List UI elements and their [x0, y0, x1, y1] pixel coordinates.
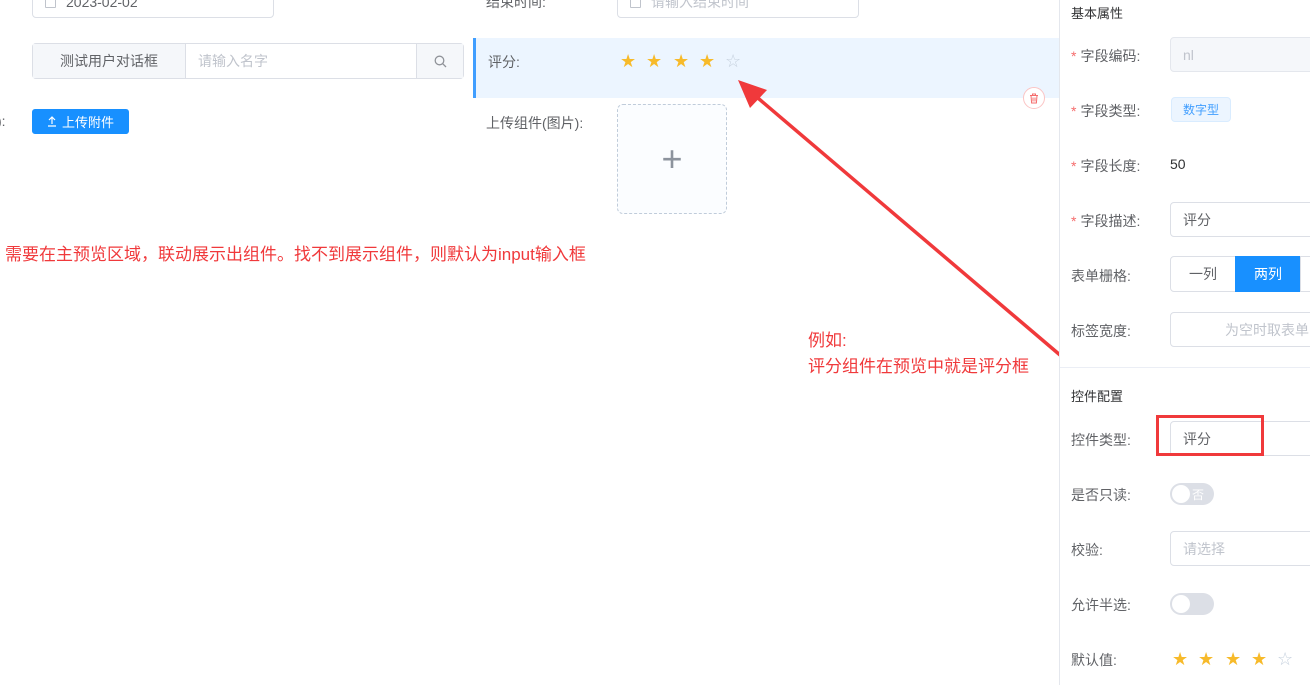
readonly-switch[interactable]: 否 [1170, 483, 1214, 505]
readonly-switch-text: 否 [1192, 488, 1205, 502]
label-width-label: 标签宽度: [1071, 323, 1131, 339]
star-icon[interactable]: ★ [1251, 650, 1267, 668]
half-select-label: 允许半选: [1071, 597, 1131, 613]
star-icon[interactable]: ★ [1172, 650, 1188, 668]
grid-label: 表单栅格: [1071, 268, 1131, 284]
field-type-label: * 字段类型: [1071, 103, 1141, 119]
validate-select[interactable]: 请选择 [1170, 531, 1310, 566]
basic-attributes-title: 基本属性 [1071, 6, 1124, 21]
control-config-title: 控件配置 [1071, 389, 1124, 404]
field-length-value: 50 [1170, 156, 1186, 172]
field-type-tag: 数字型 [1171, 97, 1231, 122]
star-icon[interactable]: ★ [1198, 650, 1214, 668]
field-length-label: * 字段长度: [1071, 158, 1141, 174]
grid-two-column-button[interactable]: 两列 [1235, 256, 1301, 292]
readonly-label: 是否只读: [1071, 487, 1131, 503]
switch-knob [1172, 485, 1190, 503]
label-width-input[interactable]: 为空时取表单 [1170, 312, 1310, 347]
default-rate-stars[interactable]: ★ ★ ★ ★ ☆ [1172, 650, 1302, 670]
star-icon[interactable]: ☆ [1277, 650, 1293, 668]
field-code-input: nl [1170, 37, 1310, 72]
field-desc-input[interactable]: 评分 [1170, 202, 1310, 237]
field-desc-label: * 字段描述: [1071, 213, 1141, 229]
grid-one-column-button[interactable]: 一列 [1170, 256, 1236, 292]
control-type-label: 控件类型: [1071, 432, 1131, 448]
switch-knob [1172, 595, 1190, 613]
half-select-switch[interactable] [1170, 593, 1214, 615]
section-divider [1060, 367, 1310, 368]
default-value-label: 默认值: [1071, 652, 1117, 668]
star-icon[interactable]: ★ [1225, 650, 1241, 668]
validate-label: 校验: [1071, 542, 1103, 558]
highlight-box [1156, 415, 1264, 456]
field-code-label: * 字段编码: [1071, 48, 1141, 64]
grid-button-rest[interactable] [1300, 256, 1310, 292]
